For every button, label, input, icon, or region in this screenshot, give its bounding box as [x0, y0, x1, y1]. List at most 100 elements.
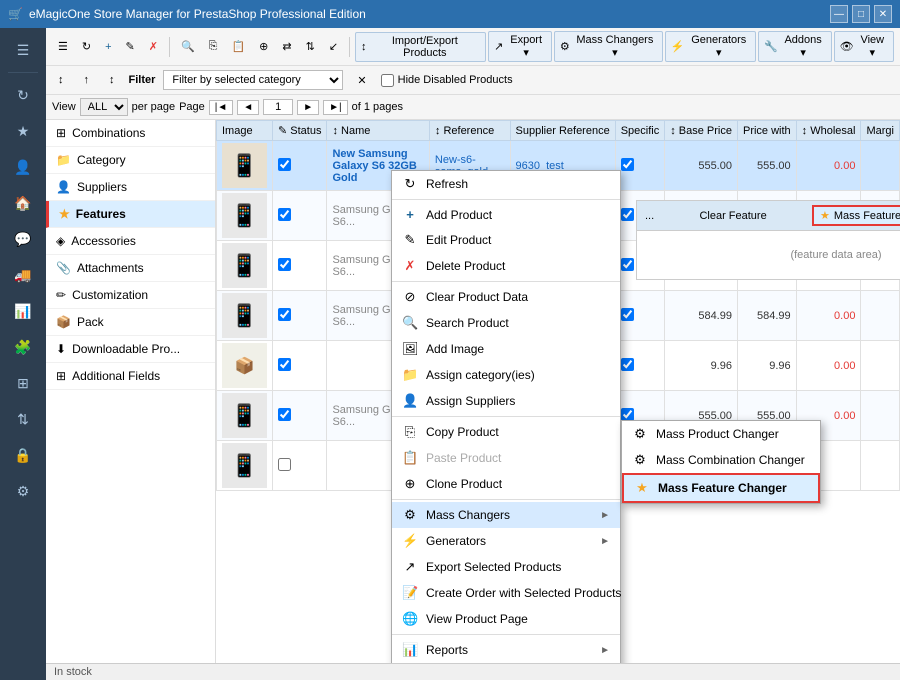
sidebar-icon-gear[interactable]: ⚙	[2, 473, 44, 509]
hide-disabled-checkbox[interactable]	[381, 74, 394, 87]
ctx-paste-product[interactable]: 📋 Paste Product	[392, 445, 620, 471]
arrow-save-button[interactable]: ↙	[323, 37, 344, 56]
submenu-mass-feature-changer[interactable]: ★ Mass Feature Changer	[622, 473, 820, 503]
generators-button[interactable]: ⚡ Generators ▾	[665, 31, 756, 62]
ctx-add-image[interactable]: 🖼 Add Image	[392, 336, 620, 362]
ctx-clear-product-data[interactable]: ⊘ Clear Product Data	[392, 284, 620, 310]
delete-button[interactable]: ✗	[143, 37, 164, 56]
sidebar-icon-puzzle[interactable]: 🧩	[2, 329, 44, 365]
ctx-add-product[interactable]: + Add Product	[392, 202, 620, 227]
sidebar-icon-grid[interactable]: ⊞	[2, 365, 44, 401]
ctx-edit-product[interactable]: ✎ Edit Product	[392, 227, 620, 253]
close-button[interactable]: ✕	[874, 5, 892, 23]
submenu-mass-combination-changer[interactable]: ⚙ Mass Combination Changer	[622, 447, 820, 473]
ctx-copy-product[interactable]: ⎘ Copy Product	[392, 419, 620, 445]
sidebar-icon-star[interactable]: ★	[2, 113, 44, 149]
first-page-btn[interactable]: |◄	[209, 100, 234, 115]
mass-feature-changer-header-btn[interactable]: ★ Mass Feature Changer	[812, 205, 900, 226]
sidebar-icon-refresh[interactable]: ↻	[2, 77, 44, 113]
paste-button[interactable]: 📋	[225, 37, 251, 56]
panel-item-features[interactable]: ★ Features	[46, 201, 215, 228]
sidebar-icon-chart[interactable]: 📊	[2, 293, 44, 329]
cell-specific[interactable]	[615, 341, 665, 391]
ctx-clone-product[interactable]: ⊕ Clone Product	[392, 471, 620, 497]
ctx-mass-changers[interactable]: ⚙ Mass Changers ►	[392, 502, 620, 528]
ctx-create-order[interactable]: 📝 Create Order with Selected Products	[392, 580, 620, 606]
panel-item-pack[interactable]: 📦 Pack	[46, 309, 215, 336]
filter-clear-btn[interactable]: ✕	[351, 71, 372, 90]
panel-item-additional[interactable]: ⊞ Additional Fields	[46, 363, 215, 390]
ctx-generators[interactable]: ⚡ Generators ►	[392, 528, 620, 554]
last-page-btn[interactable]: ►|	[323, 100, 348, 115]
col-name[interactable]: ↕ Name	[327, 121, 429, 141]
panel-item-customization[interactable]: ✏ Customization	[46, 282, 215, 309]
ctx-reports[interactable]: 📊 Reports ►	[392, 637, 620, 663]
export-button[interactable]: ↗ Export ▾	[488, 31, 552, 62]
ctx-export-selected[interactable]: ↗ Export Selected Products	[392, 554, 620, 580]
ctx-refresh[interactable]: ↻ Refresh	[392, 171, 620, 197]
clone-button[interactable]: ⊕	[253, 37, 274, 56]
sidebar-icon-person[interactable]: 👤	[2, 149, 44, 185]
arrows2-button[interactable]: ⇅	[300, 37, 321, 56]
arrows-button[interactable]: ⇄	[276, 37, 297, 56]
cell-status[interactable]	[273, 391, 327, 441]
panel-item-accessories[interactable]: ◈ Accessories	[46, 228, 215, 255]
cell-status[interactable]	[273, 191, 327, 241]
col-specific[interactable]: Specific	[615, 121, 665, 141]
filter-btn3[interactable]: ↕	[103, 71, 121, 89]
panel-item-downloadable[interactable]: ⬇ Downloadable Pro...	[46, 336, 215, 363]
ctx-assign-suppliers[interactable]: 👤 Assign Suppliers	[392, 388, 620, 414]
col-base-price[interactable]: ↕ Base Price	[665, 121, 738, 141]
submenu-mass-product-changer[interactable]: ⚙ Mass Product Changer	[622, 421, 820, 447]
mass-changers-button[interactable]: ⚙ Mass Changers ▾	[554, 31, 663, 62]
panel-item-suppliers[interactable]: 👤 Suppliers	[46, 174, 215, 201]
per-page-select[interactable]: ALL 10 20 50	[80, 98, 128, 116]
sidebar-icon-home[interactable]: 🏠	[2, 185, 44, 221]
copy-button[interactable]: ⎘	[203, 37, 224, 56]
ctx-search-product[interactable]: 🔍 Search Product	[392, 310, 620, 336]
col-wholesale[interactable]: ↕ Wholesal	[796, 121, 861, 141]
col-margin[interactable]: Margi	[861, 121, 900, 141]
ctx-assign-category[interactable]: 📁 Assign category(ies)	[392, 362, 620, 388]
import-export-button[interactable]: ↕ Import/Export Products	[355, 32, 486, 62]
page-input[interactable]	[263, 99, 293, 115]
sidebar-icon-truck[interactable]: 🚚	[2, 257, 44, 293]
cell-status[interactable]	[273, 141, 327, 191]
cell-status[interactable]	[273, 341, 327, 391]
maximize-button[interactable]: □	[852, 5, 870, 23]
ctx-view-product-page[interactable]: 🌐 View Product Page	[392, 606, 620, 632]
view-button[interactable]: 👁 View ▾	[834, 31, 894, 62]
filter-select[interactable]: Filter by selected category	[163, 70, 343, 90]
cell-status[interactable]	[273, 291, 327, 341]
add-button[interactable]: +	[99, 38, 117, 56]
panel-item-combinations[interactable]: ⊞ Combinations	[46, 120, 215, 147]
col-image[interactable]: Image	[217, 121, 273, 141]
col-status[interactable]: ✎ Status	[273, 121, 327, 141]
sidebar-icon-lock[interactable]: 🔒	[2, 437, 44, 473]
hide-disabled-label[interactable]: Hide Disabled Products	[381, 74, 513, 87]
ctx-delete-product[interactable]: ✗ Delete Product	[392, 253, 620, 279]
cell-specific[interactable]	[615, 141, 665, 191]
edit-button[interactable]: ✎	[120, 37, 141, 56]
sidebar-icon-chat[interactable]: 💬	[2, 221, 44, 257]
panel-item-category[interactable]: 📁 Category	[46, 147, 215, 174]
sidebar-icon-arrows[interactable]: ⇅	[2, 401, 44, 437]
minimize-button[interactable]: —	[830, 5, 848, 23]
refresh-button[interactable]: ↻	[76, 37, 97, 56]
filter-sort-btn[interactable]: ↕	[52, 71, 70, 89]
next-page-btn[interactable]: ►	[297, 100, 319, 115]
search-button[interactable]: 🔍	[175, 37, 201, 56]
addons-button[interactable]: 🔧 Addons ▾	[758, 31, 832, 62]
window-controls[interactable]: — □ ✕	[830, 5, 892, 23]
cell-status[interactable]	[273, 441, 327, 491]
sidebar-icon-menu[interactable]: ☰	[2, 32, 44, 68]
col-price-with[interactable]: Price with	[737, 121, 796, 141]
cell-status[interactable]	[273, 241, 327, 291]
panel-item-attachments[interactable]: 📎 Attachments	[46, 255, 215, 282]
menu-button[interactable]: ☰	[52, 37, 74, 56]
cell-specific[interactable]	[615, 291, 665, 341]
filter-sort-btn2[interactable]: ↑	[78, 71, 96, 89]
col-supplier-ref[interactable]: Supplier Reference	[510, 121, 615, 141]
col-reference[interactable]: ↕ Reference	[429, 121, 510, 141]
prev-page-btn[interactable]: ◄	[237, 100, 259, 115]
